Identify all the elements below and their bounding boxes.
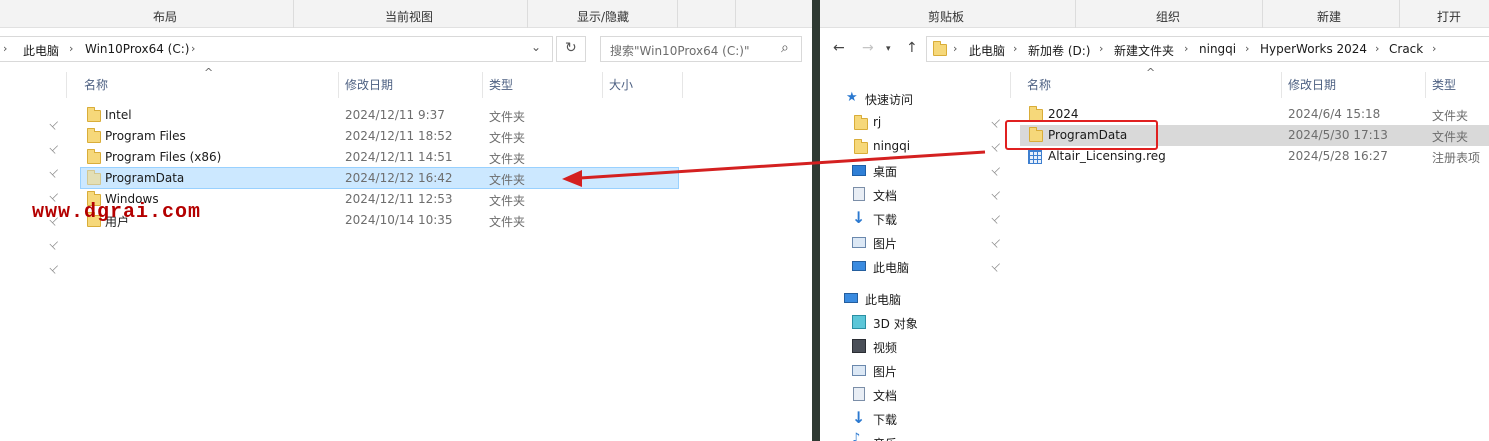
arrow-head (562, 170, 582, 187)
annotation-arrow (562, 150, 986, 187)
arrow-line (579, 150, 986, 180)
watermark: www.dgrai.com (32, 201, 202, 224)
